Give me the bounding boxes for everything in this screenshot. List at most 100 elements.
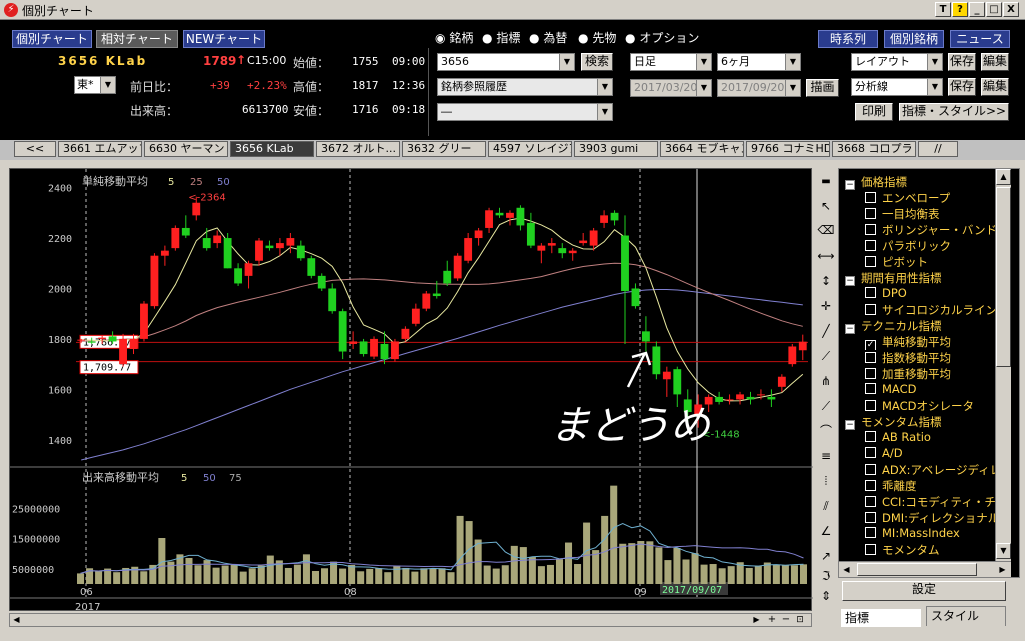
analysis-select[interactable]: 分析線 ▼	[851, 78, 943, 96]
layout-select[interactable]: レイアウト ▼	[851, 53, 943, 71]
tree-item[interactable]: 乖離度	[865, 478, 917, 494]
stock-tab[interactable]: 3661 エムアップ	[58, 141, 142, 157]
scroll-thumb[interactable]	[996, 187, 1011, 367]
zoom-in-icon[interactable]: +	[766, 614, 778, 626]
tree-item[interactable]: MACD	[865, 382, 916, 398]
print-button[interactable]: 印刷	[855, 103, 893, 121]
fibonacci-retracement-icon[interactable]: ≡	[816, 446, 836, 466]
tabs-more-button[interactable]: //	[918, 141, 958, 157]
analysis-edit-button[interactable]: 編集	[981, 78, 1009, 96]
tree-item[interactable]: 加重移動平均	[865, 366, 951, 382]
price-chart[interactable]: 2400 2200 2000 1800 1600 1400 25000000 15000000…	[10, 169, 813, 613]
collapse-icon[interactable]: −	[845, 180, 855, 190]
tree-item[interactable]: MACDオシレータ	[865, 398, 974, 414]
minimize-button[interactable]: _	[969, 2, 985, 17]
pitchfork-icon[interactable]: ⋔	[816, 371, 836, 391]
checkbox-icon[interactable]	[865, 544, 876, 555]
checkbox-icon[interactable]	[865, 208, 876, 219]
radio-indicator[interactable]: ● 指標	[482, 29, 520, 46]
sub-select[interactable]: ― ▼	[437, 103, 613, 121]
tree-h-scrollbar[interactable]: ◀ ▶	[839, 561, 1011, 577]
tree-item[interactable]: MI:MassIndex	[865, 526, 960, 542]
font-button[interactable]: T	[935, 2, 951, 17]
maximize-button[interactable]: □	[986, 2, 1002, 17]
stock-tab[interactable]: 6630 ヤーマン	[144, 141, 228, 157]
layout-save-button[interactable]: 保存	[948, 53, 976, 71]
radio-futures[interactable]: ● 先物	[578, 29, 616, 46]
checkbox-icon[interactable]	[865, 464, 876, 475]
checkbox-icon[interactable]	[865, 496, 876, 507]
tree-item[interactable]: AB Ratio	[865, 430, 931, 446]
scroll-right-icon[interactable]: ▶	[750, 614, 763, 626]
new-chart-button[interactable]: NEWチャート	[183, 30, 265, 48]
tree-item[interactable]: A/D	[865, 446, 903, 462]
checkbox-icon[interactable]	[865, 256, 876, 267]
scroll-down-icon[interactable]: ▼	[996, 543, 1011, 559]
fan-line-icon[interactable]: ⟋	[816, 346, 836, 366]
checkbox-icon[interactable]	[865, 431, 876, 442]
tree-group[interactable]: − テクニカル指標	[845, 318, 942, 334]
tree-item[interactable]: ADX:アベレージディレ	[865, 462, 1001, 478]
stock-tab[interactable]: 3632 グリー	[402, 141, 486, 157]
horizontal-line-icon[interactable]: ⟷	[816, 246, 836, 266]
cursor-icon[interactable]: ↖	[816, 196, 836, 216]
checkbox-icon[interactable]	[865, 240, 876, 251]
collapse-icon[interactable]: −	[845, 324, 855, 334]
tabs-prev-button[interactable]: <<	[14, 141, 56, 157]
tree-item[interactable]: DPO	[865, 286, 907, 302]
collapse-icon[interactable]: −	[845, 420, 855, 430]
channel-icon[interactable]: ⫽	[816, 496, 836, 516]
checkbox-icon[interactable]	[865, 192, 876, 203]
checkbox-icon[interactable]	[865, 304, 876, 315]
tree-item[interactable]: モメンタム	[865, 542, 940, 558]
radio-option[interactable]: ● オプション	[625, 29, 699, 46]
tree-item[interactable]: DMI:ディレクショナル	[865, 510, 999, 526]
checkbox-icon[interactable]	[865, 224, 876, 235]
timeseries-button[interactable]: 時系列	[818, 30, 878, 48]
arrow-icon[interactable]: ↗	[816, 546, 836, 566]
tree-item[interactable]: エンベロープ	[865, 190, 950, 206]
tree-group[interactable]: − モメンタム指標	[845, 414, 942, 430]
eraser-icon[interactable]: ⌫	[816, 220, 836, 240]
tab-style[interactable]: スタイル	[926, 606, 1006, 626]
search-button[interactable]: 検索	[581, 53, 613, 71]
relative-chart-button[interactable]: 相対チャート	[96, 30, 178, 48]
stock-tab[interactable]: 3903 gumi	[574, 141, 658, 157]
tree-group[interactable]: − 価格指標	[845, 174, 907, 190]
scroll-right-icon[interactable]: ▶	[995, 562, 1010, 577]
stock-tab[interactable]: 4597 ソレイジア	[488, 141, 572, 157]
tree-item[interactable]: CCI:コモディティ・チャ	[865, 494, 1007, 510]
close-button[interactable]: X	[1003, 2, 1019, 17]
checkbox-icon[interactable]	[865, 352, 876, 363]
tree-scrollbar[interactable]: ▲ ▼	[995, 169, 1011, 561]
radio-stock[interactable]: ◉ 銘柄	[435, 29, 473, 46]
tree-group[interactable]: − 期間有用性指標	[845, 270, 942, 286]
checkbox-icon[interactable]	[865, 527, 876, 538]
fit-icon[interactable]: ⊡	[794, 614, 806, 626]
checkbox-icon[interactable]	[865, 480, 876, 491]
draw-button[interactable]: 描画	[806, 79, 839, 97]
layout-edit-button[interactable]: 編集	[981, 53, 1009, 71]
indicator-style-button[interactable]: 指標・スタイル>>	[899, 103, 1009, 121]
tree-item[interactable]: ピボット	[865, 254, 928, 270]
interval-select[interactable]: 日足 ▼	[630, 53, 712, 71]
tree-item[interactable]: ✓ 単純移動平均	[865, 334, 951, 350]
stock-code-input[interactable]: 3656 ▼	[437, 53, 575, 71]
scroll-left-icon[interactable]: ◀	[10, 614, 23, 626]
tree-item[interactable]: パラボリック	[865, 238, 951, 254]
checkbox-icon[interactable]	[865, 400, 876, 411]
tree-item[interactable]: サイコロジカルライン	[865, 302, 997, 318]
chart-area[interactable]: 2400 2200 2000 1800 1600 1400 25000000 15000000…	[9, 168, 813, 613]
settings-button[interactable]: 設定	[842, 581, 1006, 601]
range-select[interactable]: 6ヶ月 ▼	[717, 53, 801, 71]
tree-item[interactable]: 一目均衡表	[865, 206, 940, 222]
news-button[interactable]: ニュース	[950, 30, 1010, 48]
checkbox-icon[interactable]	[865, 447, 876, 458]
stock-tab[interactable]: 9766 コナミHD	[746, 141, 830, 157]
analysis-save-button[interactable]: 保存	[948, 78, 976, 96]
history-select[interactable]: 銘柄参照履歴 ▼	[437, 78, 613, 96]
angle-icon[interactable]: ∠	[816, 521, 836, 541]
from-date[interactable]: 2017/03/20 ▼	[630, 79, 712, 97]
exchange-select[interactable]: 東* ▼	[74, 76, 116, 94]
checkbox-icon[interactable]	[865, 287, 876, 298]
